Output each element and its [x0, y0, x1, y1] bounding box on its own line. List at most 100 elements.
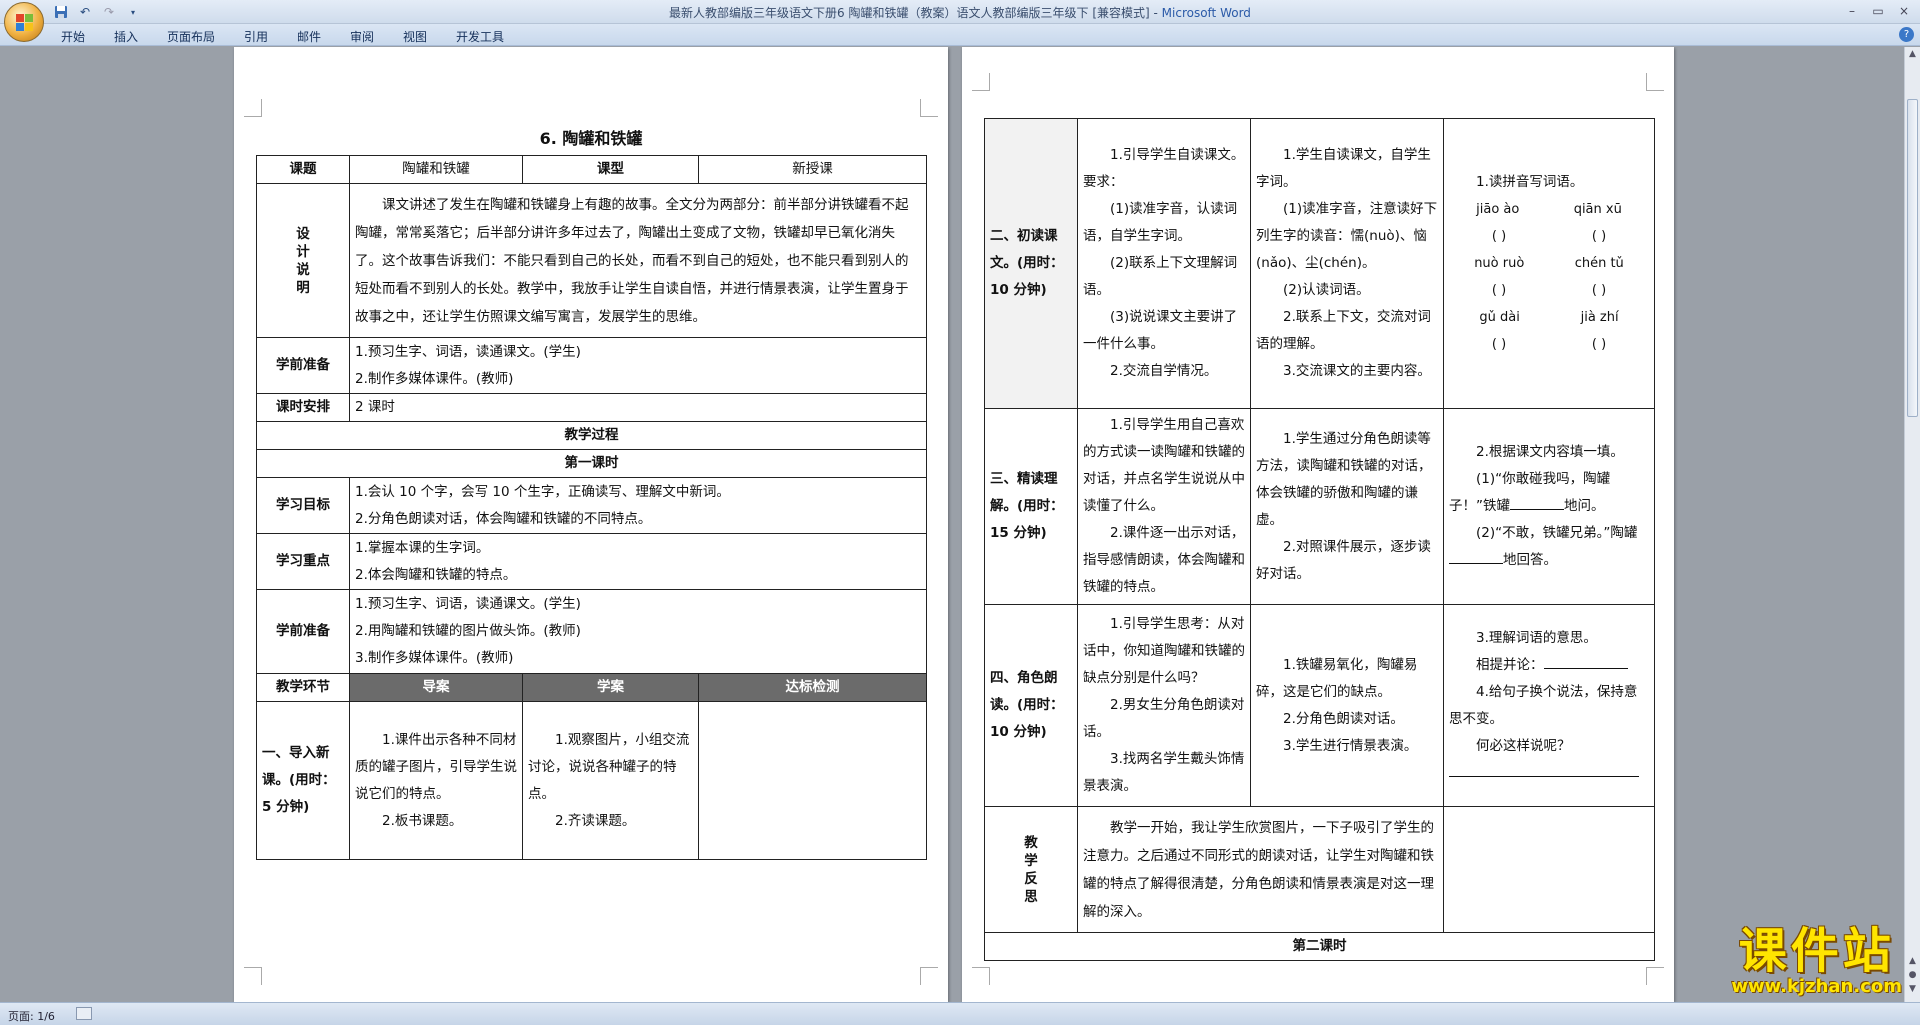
- list-item: 1.会认 10 个字，会写 10 个生字，正确读写、理解文中新词。: [355, 483, 730, 500]
- table-row: 学前准备 1.预习生字、词语，读通课文。(学生) 2.用陶罐和铁罐的图片做头饰。…: [256, 589, 927, 674]
- step-one-check: [698, 701, 927, 860]
- office-logo-icon: [16, 14, 34, 32]
- vertical-scrollbar[interactable]: ▲ ▲ ● ▼: [1904, 47, 1920, 1002]
- lesson-plan-table-1: 课题 陶罐和铁罐 课型 新授课 设计说明 课文讲述了发生在陶罐和铁罐身上有趣的故…: [256, 155, 927, 860]
- step-four-check: 3.理解词语的意思。 相提并论： 4.给句子换个说法，保持意思不变。 何必这样说…: [1443, 604, 1655, 807]
- pinyin-row: nuò ruò chén tǔ: [1449, 250, 1649, 277]
- window-controls: – ▭ ×: [1840, 2, 1916, 20]
- list-item: (2)认读词语。: [1283, 282, 1370, 298]
- list-item: 2.板书课题。: [382, 812, 463, 829]
- list-item: (1)“你敢碰我吗，陶罐子！”铁罐 地问。: [1449, 471, 1611, 514]
- watermark-url: www.kjzhan.com: [1731, 976, 1902, 997]
- label-design-notes: 设计说明: [256, 183, 350, 338]
- scroll-up-icon[interactable]: ▲: [1905, 47, 1920, 61]
- list-item: 何必这样说呢？: [1476, 737, 1571, 754]
- list-item: 1.观察图片，小组交流讨论，说说各种罐子的特点。: [528, 731, 690, 802]
- crop-mark: [244, 99, 262, 117]
- lesson-one-heading: 第一课时: [256, 449, 927, 478]
- learning-goals: 1.会认 10 个字，会写 10 个生字，正确读写、理解文中新词。 2.分角色朗…: [349, 477, 927, 534]
- answer-line: [1449, 760, 1649, 787]
- list-item: 1.学生通过分角色朗读等方法，读陶罐和铁罐的对话，体会铁罐的骄傲和陶罐的谦虚。: [1256, 430, 1432, 528]
- minimize-button[interactable]: –: [1840, 2, 1864, 20]
- answer-row: ( ) ( ): [1449, 223, 1649, 250]
- header-check: 达标检测: [698, 673, 927, 702]
- list-item: (2)联系上下文理解词语。: [1083, 255, 1238, 298]
- crop-mark: [1646, 967, 1664, 985]
- maximize-button[interactable]: ▭: [1866, 2, 1890, 20]
- pinyin-text: jià zhí: [1580, 310, 1619, 325]
- answer-row: ( ) ( ): [1449, 331, 1649, 358]
- list-item: (3)说说课文主要讲了一件什么事。: [1083, 309, 1238, 352]
- table-row: 第二课时: [984, 932, 1655, 961]
- list-item: 相提并论：: [1449, 652, 1649, 679]
- preparation-items-2: 1.预习生字、词语，读通课文。(学生) 2.用陶罐和铁罐的图片做头饰。(教师) …: [349, 589, 927, 674]
- crop-mark: [920, 967, 938, 985]
- page-indicator[interactable]: 页面: 1/6: [8, 1008, 55, 1024]
- document-workspace: 6. 陶罐和铁罐 课题 陶罐和铁罐 课型 新授课 设计说明 课文讲述了发生在陶罐…: [0, 47, 1904, 1002]
- prev-page-icon[interactable]: ▲: [1905, 954, 1920, 968]
- list-item: (1)读准字音，认读词语，自学生字词。: [1083, 201, 1238, 244]
- table-row: 三、精读理解。(用时：15 分钟) 1.引导学生用自己喜欢的方式读一读陶罐和铁罐…: [984, 408, 1655, 605]
- header-guide: 导案: [349, 673, 523, 702]
- step-one-label: 一、导入新课。(用时：5 分钟): [256, 701, 350, 860]
- tab-view[interactable]: 视图: [403, 28, 427, 45]
- answer-blank: ( ): [1491, 283, 1507, 298]
- list-item: 2.联系上下文，交流对词语的理解。: [1256, 309, 1431, 352]
- list-item: 2.交流自学情况。: [1110, 363, 1218, 379]
- label-key-points: 学习重点: [256, 533, 350, 590]
- list-item: 1.课件出示各种不同材质的罐子图片，引导学生说说它们的特点。: [355, 731, 517, 802]
- crop-mark: [972, 73, 990, 91]
- step-two-check: 1.读拼音写词语。 jiāo ào qiān xū ( ) ( ) nuò ruò c…: [1443, 118, 1655, 409]
- browse-object-icon[interactable]: ●: [1905, 968, 1920, 982]
- list-item: 2.男女生分角色朗读对话。: [1083, 697, 1245, 740]
- step-two-guide: 1.引导学生自读课文。要求： (1)读准字音，认读词语，自学生字词。 (2)联系…: [1077, 118, 1251, 409]
- close-button[interactable]: ×: [1892, 2, 1916, 20]
- document-title: 6. 陶罐和铁罐: [539, 129, 643, 148]
- label-preparation: 学前准备: [256, 337, 350, 394]
- label-lesson-type: 课型: [522, 155, 699, 184]
- answer-row: ( ) ( ): [1449, 277, 1649, 304]
- label-learning-goals: 学习目标: [256, 477, 350, 534]
- document-name: 最新人教部编版三年级语文下册6 陶罐和铁罐（教案）语文人教部编版三年级下 [兼容…: [669, 6, 1150, 20]
- watermark: 课件站 www.kjzhan.com: [1731, 925, 1902, 997]
- table-row: 一、导入新课。(用时：5 分钟) 1.课件出示各种不同材质的罐子图片，引导学生说…: [256, 701, 927, 860]
- tab-mailings[interactable]: 邮件: [297, 28, 321, 45]
- tab-review[interactable]: 审阅: [350, 28, 374, 45]
- lesson-plan-table-2: 二、初读课文。(用时：10 分钟) 1.引导学生自读课文。要求： (1)读准字音…: [984, 118, 1655, 961]
- reflection-notes: [1443, 806, 1655, 933]
- page-1: 6. 陶罐和铁罐 课题 陶罐和铁罐 课型 新授课 设计说明 课文讲述了发生在陶罐…: [234, 47, 948, 1002]
- table-row: 教学环节 导案 学案 达标检测: [256, 673, 927, 702]
- list-item: 1.引导学生思考：从对话中，你知道陶罐和铁罐的缺点分别是什么吗？: [1083, 616, 1245, 686]
- language-icon[interactable]: [76, 1007, 92, 1020]
- table-row: 设计说明 课文讲述了发生在陶罐和铁罐身上有趣的故事。全文分为两部分：前半部分讲铁…: [256, 183, 927, 338]
- teaching-process-heading: 教学过程: [256, 421, 927, 450]
- tab-insert[interactable]: 插入: [114, 28, 138, 45]
- answer-blank: ( ): [1591, 229, 1607, 244]
- list-item: 3.交流课文的主要内容。: [1283, 363, 1431, 379]
- list-item: 1.铁罐易氧化，陶罐易碎，这是它们的缺点。: [1256, 656, 1418, 700]
- tab-home[interactable]: 开始: [61, 28, 85, 45]
- step-three-guide: 1.引导学生用自己喜欢的方式读一读陶罐和铁罐的对话，并点名学生说说从中读懂了什么…: [1077, 408, 1251, 605]
- step-three-label: 三、精读理解。(用时：15 分钟): [984, 408, 1078, 605]
- design-notes-text: 课文讲述了发生在陶罐和铁罐身上有趣的故事。全文分为两部分：前半部分讲铁罐看不起陶…: [349, 183, 927, 338]
- office-button[interactable]: [4, 2, 44, 42]
- scroll-thumb[interactable]: [1907, 99, 1918, 417]
- answer-blank: ( ): [1591, 283, 1607, 298]
- help-icon[interactable]: ?: [1899, 27, 1914, 42]
- tab-references[interactable]: 引用: [244, 28, 268, 45]
- table-row: 学习重点 1.掌握本课的生字词。 2.体会陶罐和铁罐的特点。: [256, 533, 927, 590]
- list-item: 2.体会陶罐和铁罐的特点。: [355, 566, 517, 583]
- next-page-icon[interactable]: ▼: [1905, 982, 1920, 996]
- key-points: 1.掌握本课的生字词。 2.体会陶罐和铁罐的特点。: [349, 533, 927, 590]
- answer-blank: ( ): [1491, 337, 1507, 352]
- value-lesson-topic: 陶罐和铁罐: [349, 155, 523, 184]
- value-lesson-type: 新授课: [698, 155, 927, 184]
- step-four-study: 1.铁罐易氧化，陶罐易碎，这是它们的缺点。 2.分角色朗读对话。 3.学生进行情…: [1250, 604, 1444, 807]
- crop-mark: [244, 967, 262, 985]
- pinyin-text: qiān xū: [1573, 202, 1622, 217]
- table-row: 学习目标 1.会认 10 个字，会写 10 个生字，正确读写、理解文中新词。 2…: [256, 477, 927, 534]
- tab-developer[interactable]: 开发工具: [456, 28, 504, 45]
- tab-page-layout[interactable]: 页面布局: [167, 28, 215, 45]
- table-row: 课题 陶罐和铁罐 课型 新授课: [256, 155, 927, 184]
- pinyin-row: gǔ dài jià zhí: [1449, 304, 1649, 331]
